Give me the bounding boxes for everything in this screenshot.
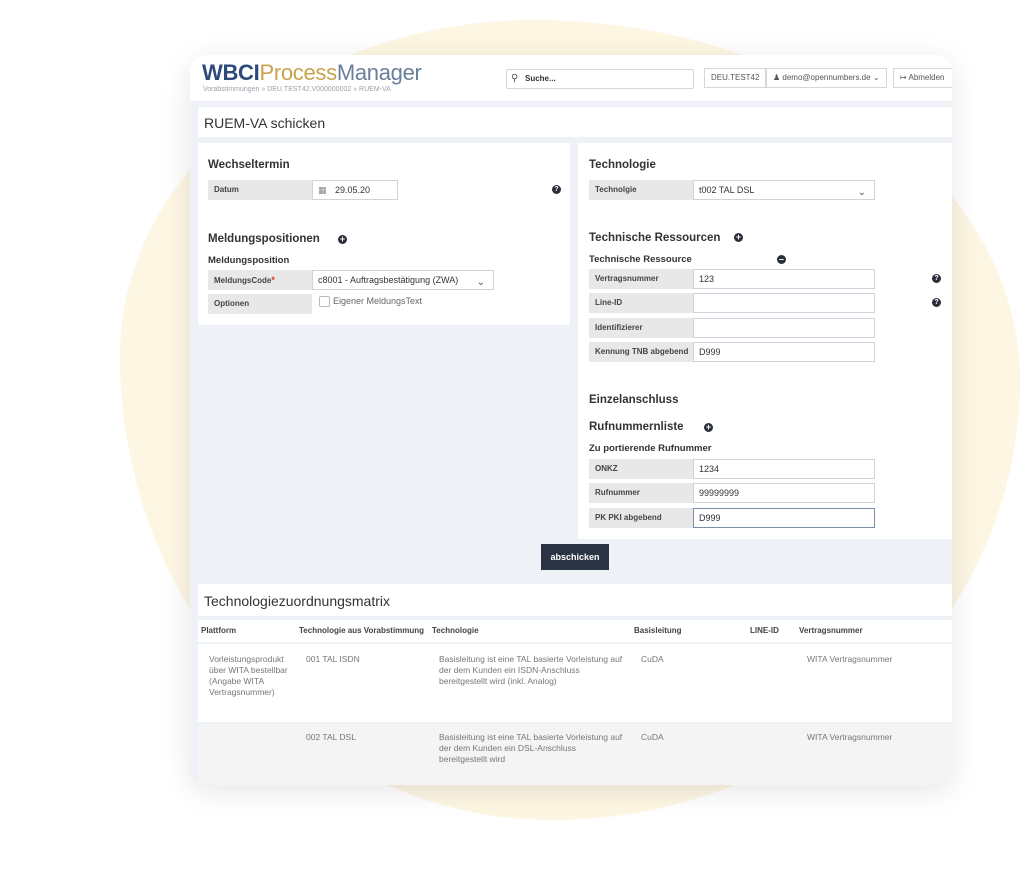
add-ressource-plus-icon[interactable]: + (734, 233, 743, 242)
remove-ressource-minus-icon[interactable]: – (777, 255, 786, 264)
ressourcen-title: Technische Ressourcen (589, 232, 721, 244)
header-technologie: Technologie (432, 626, 479, 635)
datum-label: Datum (208, 180, 312, 200)
user-email: demo@opennumbers.de (782, 73, 871, 82)
meldungsposition-subtitle: Meldungsposition (208, 255, 290, 266)
header-plattform: Plattform (201, 626, 237, 635)
onkz-label: ONKZ (589, 459, 693, 479)
calendar-icon: ▦ (318, 185, 327, 195)
matrix-title: Technologiezuordnungsmatrix (204, 593, 390, 609)
table-row: Vorleistungsprodukt über WITA bestellbar… (198, 644, 952, 722)
breadcrumb[interactable]: Vorabstimmungen » DEU.TEST42.V000000002 … (203, 86, 391, 93)
add-rufnummer-plus-icon[interactable]: + (704, 423, 713, 432)
logo-part-3: Manager (336, 60, 422, 85)
pk-pki-input[interactable]: D999 (693, 508, 875, 528)
eigener-meldungstext-label: Eigener MeldungsText (333, 296, 423, 306)
chevron-down-icon: ⌄ (872, 73, 880, 82)
cell-vertragsnummer: WITA Vertragsnummer (807, 732, 893, 742)
cell-technologie-vorab: 002 TAL DSL (306, 732, 356, 742)
identifizierer-input[interactable] (693, 318, 875, 338)
tenant-button[interactable]: DEU.TEST42 (704, 68, 767, 88)
chevron-down-icon: ⌄ (857, 187, 866, 198)
page-title: RUEM-VA schicken (204, 115, 326, 131)
help-icon[interactable]: ? (932, 274, 941, 283)
meldungspositionen-title: Meldungspositionen (208, 233, 320, 245)
left-form-panel: Wechseltermin Datum ▦ 29.05.20 ? Meldung… (198, 143, 570, 325)
cell-vertragsnummer: WITA Vertragsnummer (807, 654, 893, 664)
vertragsnummer-input[interactable]: 123 (693, 269, 875, 289)
required-asterisk: * (271, 275, 275, 285)
line-id-label: Line-ID (589, 293, 693, 313)
cell-technologie: Basisleitung ist eine TAL basierte Vorle… (439, 732, 623, 764)
header-technologie-vorab: Technologie aus Vorabstimmung (299, 626, 425, 635)
ressource-subtitle: Technische Ressource (589, 254, 692, 265)
header-vertragsnummer: Vertragsnummer (799, 626, 863, 635)
header-line-id: LINE-ID (750, 626, 779, 635)
onkz-input[interactable]: 1234 (693, 459, 875, 479)
meldungscode-label: MeldungsCode* (208, 270, 312, 290)
matrix-table-header: Plattform Technologie aus Vorabstimmung … (198, 620, 952, 642)
kennung-tnb-label: Kennung TNB abgebend (589, 342, 693, 362)
technologie-select[interactable]: t002 TAL DSL ⌄ (693, 180, 875, 200)
add-meldung-plus-icon[interactable]: + (338, 235, 347, 244)
help-icon[interactable]: ? (552, 185, 561, 194)
wechseltermin-title: Wechseltermin (208, 159, 290, 171)
meldungscode-value: c8001 - Auftragsbestätigung (ZWA) (318, 275, 459, 285)
cell-technologie-vorab: 001 TAL ISDN (306, 654, 360, 664)
rufnummer-label: Rufnummer (589, 483, 693, 503)
meldungscode-label-text: MeldungsCode (214, 276, 272, 285)
meldungscode-select[interactable]: c8001 - Auftragsbestätigung (ZWA) ⌄ (312, 270, 494, 290)
rufnummernliste-title: Rufnummernliste (589, 421, 684, 433)
matrix-title-bar: Technologiezuordnungsmatrix (198, 584, 952, 616)
einzelanschluss-title: Einzelanschluss (589, 394, 679, 406)
datum-value: 29.05.20 (335, 185, 371, 195)
user-icon: ♟ (773, 73, 781, 82)
search-input[interactable]: ⚲ Suche... (506, 69, 694, 89)
top-bar: WBCIProcessManager Vorabstimmungen » DEU… (190, 55, 952, 101)
app-logo[interactable]: WBCIProcessManager (202, 60, 422, 86)
search-placeholder: Suche... (525, 74, 556, 83)
zu-portierende-rufnummer-subtitle: Zu portierende Rufnummer (589, 443, 712, 454)
cell-plattform: Vorleistungsprodukt über WITA bestellbar… (209, 654, 288, 697)
technologie-title: Technologie (589, 159, 656, 171)
table-row: 002 TAL DSL Basisleitung ist eine TAL ba… (198, 724, 952, 785)
page-title-bar: RUEM-VA schicken (198, 107, 952, 137)
logo-part-2: Process (259, 60, 337, 85)
datum-input[interactable]: ▦ 29.05.20 (312, 180, 398, 200)
technologie-value: t002 TAL DSL (699, 185, 755, 195)
rufnummer-input[interactable]: 99999999 (693, 483, 875, 503)
vertragsnummer-label: Vertragsnummer (589, 269, 693, 289)
line-id-input[interactable] (693, 293, 875, 313)
cell-basisleitung: CuDA (641, 654, 664, 664)
help-icon[interactable]: ? (932, 298, 941, 307)
cell-technologie: Basisleitung ist eine TAL basierte Vorle… (439, 654, 623, 686)
kennung-tnb-input[interactable]: D999 (693, 342, 875, 362)
app-window: WBCIProcessManager Vorabstimmungen » DEU… (190, 55, 952, 785)
logo-part-1: WBCI (202, 60, 260, 85)
user-menu-button[interactable]: ♟ demo@opennumbers.de ⌄ (766, 68, 887, 88)
search-icon: ⚲ (511, 73, 519, 84)
pk-pki-label: PK PKI abgebend (589, 508, 693, 528)
technologie-label: Technolgie (589, 180, 693, 200)
logout-icon: ↦ (900, 73, 907, 82)
chevron-down-icon: ⌄ (476, 277, 485, 288)
right-form-panel: Technologie Technolgie t002 TAL DSL ⌄ Te… (578, 143, 952, 539)
cell-basisleitung: CuDA (641, 732, 664, 742)
logout-button[interactable]: ↦ Abmelden (893, 68, 952, 88)
tenant-label: DEU.TEST42 (711, 73, 760, 82)
eigener-meldungstext-checkbox[interactable] (319, 296, 330, 307)
header-basisleitung: Basisleitung (634, 626, 682, 635)
optionen-label: Optionen (208, 294, 312, 314)
identifizierer-label: Identifizierer (589, 318, 693, 338)
abschicken-button[interactable]: abschicken (541, 544, 609, 570)
logout-label: Abmelden (908, 73, 945, 82)
